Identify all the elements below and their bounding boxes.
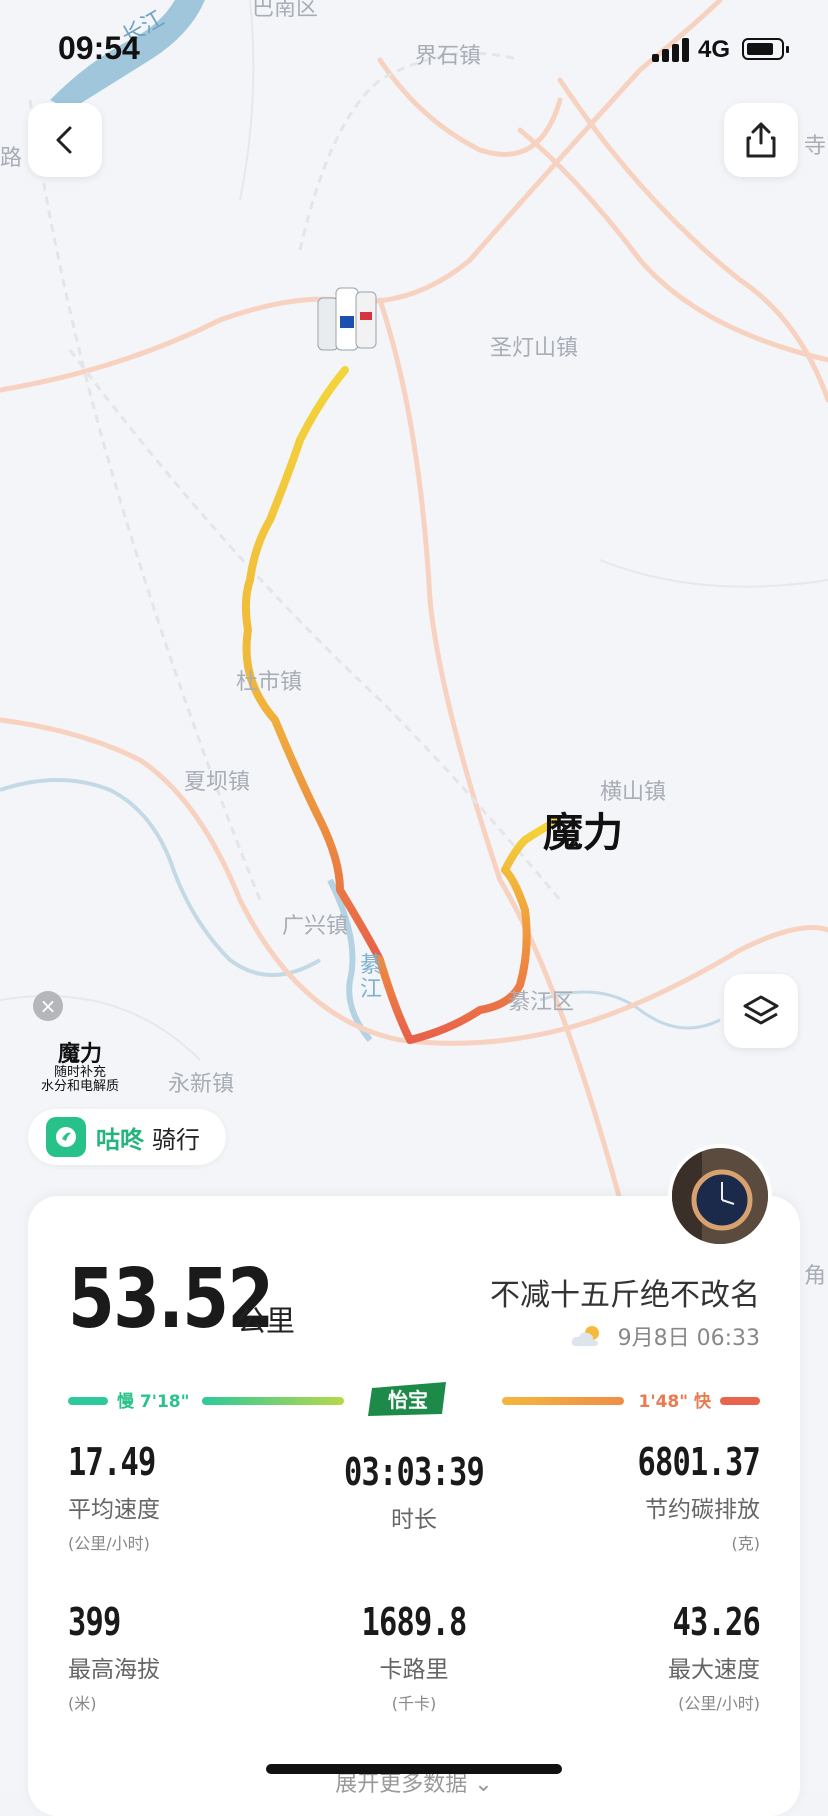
network-type: 4G (698, 36, 731, 63)
stat-label: 最大速度 (668, 1657, 760, 1683)
back-button[interactable] (28, 103, 102, 177)
pace-fast-label: 1'48" 快 (638, 1392, 711, 1412)
stat-carbon-saved: 6801.37 节约碳排放 (克) (530, 1440, 760, 1554)
home-indicator[interactable] (266, 1764, 562, 1774)
ad-line1: 随时补充 (53, 1065, 106, 1081)
brand-name: 咕咚 (96, 1125, 144, 1154)
map-layers-button[interactable] (724, 974, 798, 1048)
map-label-yongxin: 永新镇 (168, 1072, 235, 1097)
battery-icon (742, 38, 789, 60)
stat-label: 卡路里 (379, 1657, 449, 1683)
stat-value: 17.49 (68, 1440, 156, 1484)
stat-value: 43.26 (672, 1600, 760, 1644)
sponsor-logo-icon: 怡宝 (368, 1382, 446, 1416)
stat-unit: (克) (731, 1534, 761, 1553)
stat-value: 03:03:39 (343, 1450, 485, 1494)
sponsor-text: 怡宝 (388, 1388, 428, 1412)
map-label-qijiang-river: 綦江 (360, 953, 383, 1003)
partly-cloudy-icon (571, 1326, 599, 1346)
chevron-left-icon (56, 126, 72, 154)
stat-value: 6801.37 (637, 1440, 760, 1484)
ad-line2: 水分和电解质 (40, 1078, 119, 1094)
status-time: 09:54 (58, 30, 140, 66)
map-label-lu: 路 (0, 146, 23, 171)
expand-label: 展开更多数据 (335, 1772, 468, 1797)
map-label-si: 寺 (804, 134, 827, 159)
stat-unit: (公里/小时) (68, 1534, 150, 1553)
date-text: 9月8日 06:33 (617, 1326, 760, 1351)
ad-close-button[interactable]: × (33, 991, 63, 1021)
map-label-qijiang-district: 綦江区 (508, 990, 575, 1015)
stat-label: 平均速度 (68, 1497, 160, 1523)
distance-unit: 公里 (237, 1304, 296, 1338)
stat-label: 节约碳排放 (645, 1497, 760, 1523)
stat-max-speed: 43.26 最大速度 (公里/小时) (530, 1600, 761, 1714)
stat-max-altitude: 399 最高海拔 (米) (68, 1600, 298, 1714)
stat-unit: (千卡) (391, 1694, 437, 1713)
close-icon: × (39, 994, 57, 1018)
map-label-xiaba: 夏坝镇 (184, 770, 251, 795)
pace-slow-label: 慢 7'18" (117, 1392, 190, 1412)
map-label-jiao: 角 (804, 1264, 827, 1289)
route-end-brand-label: 魔力 (543, 810, 623, 856)
map-label-dushi: 杜市镇 (236, 670, 303, 695)
avatar[interactable] (668, 1144, 772, 1248)
ride-title[interactable]: 不减十五斤绝不改名 (490, 1270, 760, 1314)
share-button[interactable] (724, 103, 798, 177)
brand-pill: 咕咚 骑行 (28, 1109, 226, 1165)
status-bar: 09:54 4G (0, 0, 828, 100)
stat-label: 最高海拔 (68, 1657, 160, 1683)
stat-unit: (米) (68, 1694, 97, 1713)
signal-icon (652, 36, 692, 62)
map-label-shengdengshan: 圣灯山镇 (490, 336, 579, 361)
pace-legend: 慢 7'18" 怡宝 1'48" 快 (68, 1382, 760, 1416)
ride-date: 9月8日 06:33 (570, 1320, 760, 1352)
stat-value: 1689.8 (361, 1600, 467, 1644)
codoon-logo-icon (46, 1117, 86, 1157)
stat-avg-speed: 17.49 平均速度 (公里/小时) (68, 1440, 298, 1554)
layers-icon (743, 995, 779, 1025)
map-label-guangxing: 广兴镇 (282, 914, 349, 939)
activity-type: 骑行 (152, 1125, 200, 1154)
ad-title: 魔力 (57, 1042, 102, 1067)
chevron-down-icon: ⌄ (474, 1772, 493, 1797)
sponsor-ad[interactable]: 魔力 随时补充 水分和电解质 (30, 1043, 130, 1093)
stat-calories: 1689.8 卡路里 (千卡) (299, 1600, 529, 1714)
stat-duration: 03:03:39 时长 (299, 1450, 529, 1534)
stat-unit: (公里/小时) (678, 1694, 760, 1713)
stat-label: 时长 (391, 1507, 437, 1533)
stat-value: 399 (68, 1600, 121, 1644)
share-icon (746, 122, 776, 158)
